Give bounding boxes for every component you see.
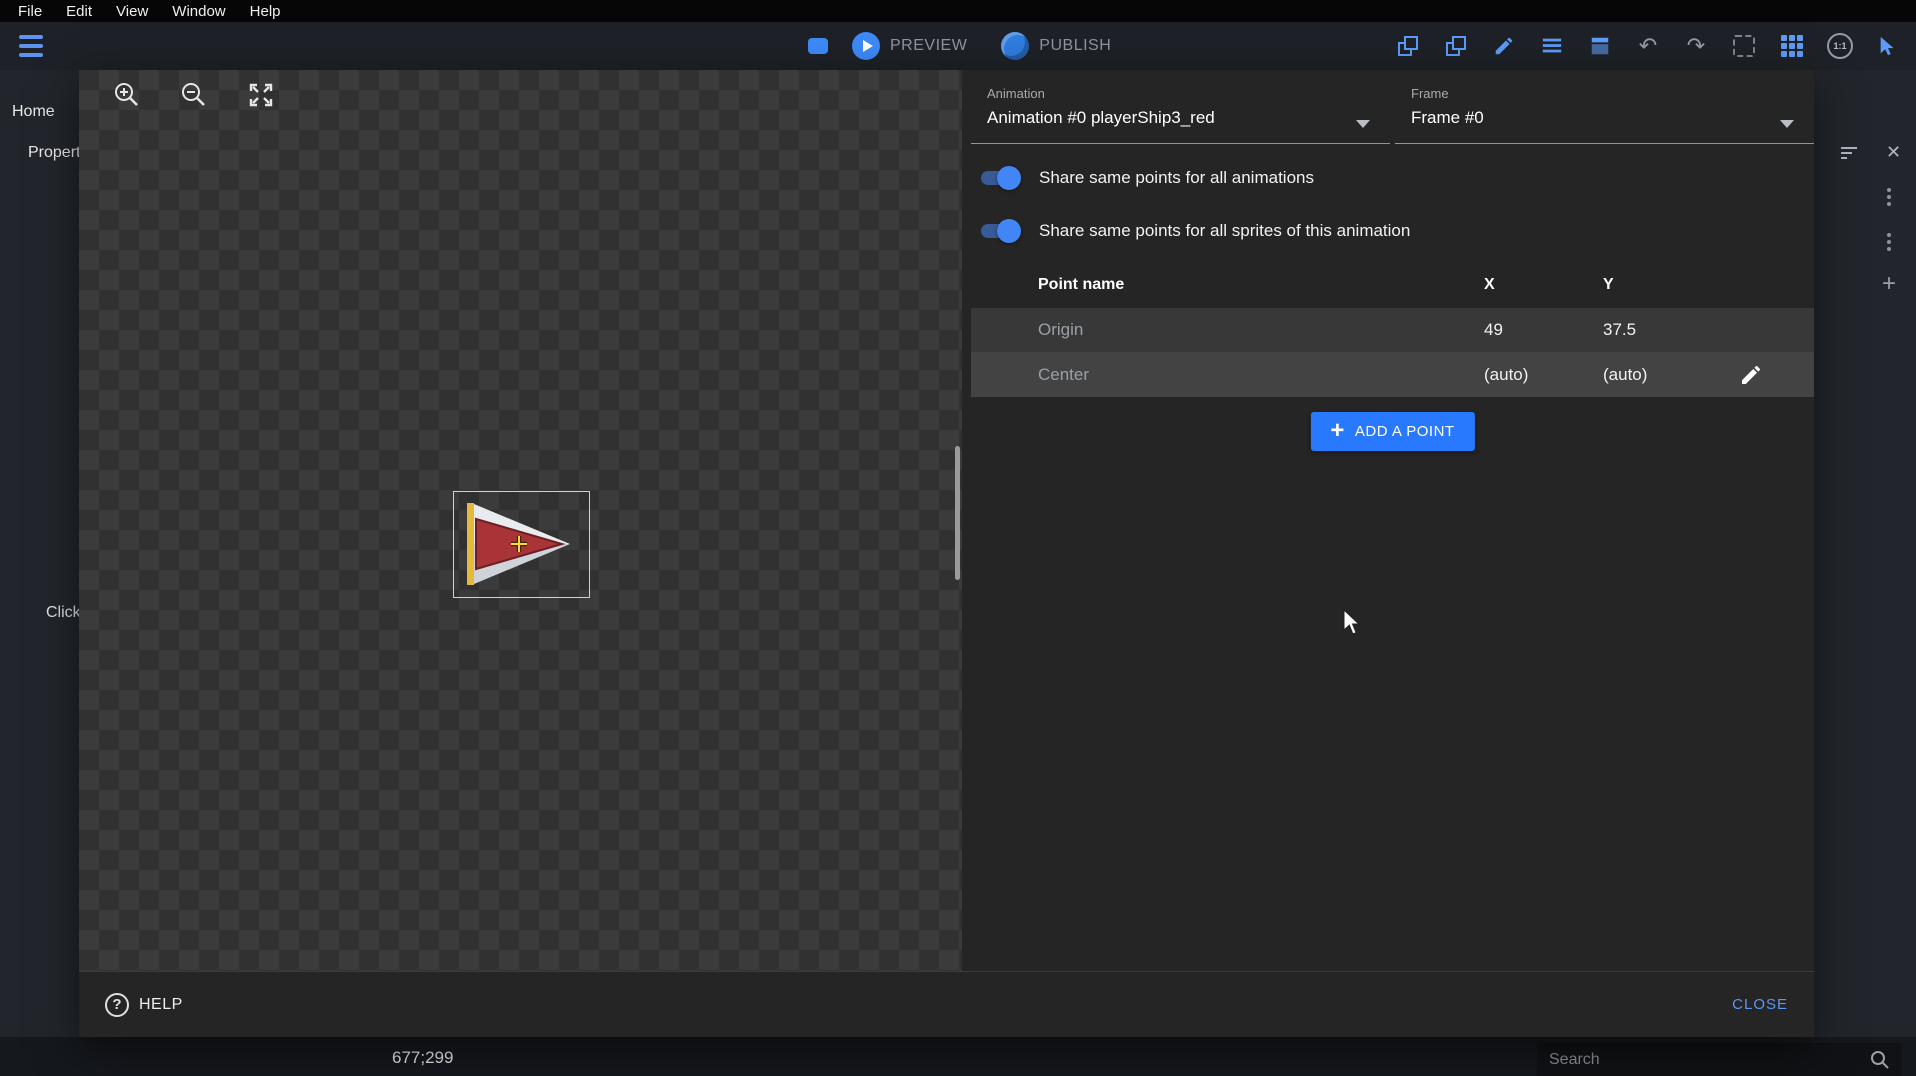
help-button[interactable]: ? HELP: [105, 993, 183, 1017]
tab-home[interactable]: Home: [12, 103, 55, 121]
preview-play-icon[interactable]: [852, 32, 880, 60]
layers-icon[interactable]: [1586, 32, 1614, 60]
sort-filter-icon[interactable]: [1841, 144, 1857, 162]
help-circle-icon: ?: [105, 993, 129, 1017]
fit-view-icon[interactable]: [246, 80, 276, 110]
menu-edit[interactable]: Edit: [54, 3, 104, 20]
table-row-center[interactable]: Center (auto) (auto): [971, 352, 1814, 397]
animation-dropdown-value: Animation #0 playerShip3_red: [987, 108, 1215, 128]
point-x-cell[interactable]: (auto): [1484, 365, 1528, 385]
publish-globe-icon[interactable]: [1001, 32, 1029, 60]
point-name-cell: Origin: [1038, 320, 1083, 340]
redo-icon[interactable]: ↷: [1682, 32, 1710, 60]
instances-list-icon[interactable]: [1538, 32, 1566, 60]
frame-dropdown[interactable]: Frame Frame #0: [1395, 70, 1814, 144]
more-options-icon[interactable]: [1887, 233, 1891, 254]
search-icon[interactable]: [1870, 1050, 1890, 1070]
menu-view[interactable]: View: [104, 3, 160, 20]
objects-panel-icon[interactable]: [1442, 32, 1470, 60]
player-ship-sprite: [454, 492, 589, 597]
add-panel-icon[interactable]: +: [1882, 270, 1896, 298]
menu-file[interactable]: File: [6, 3, 54, 20]
sprite-frame[interactable]: [453, 491, 590, 598]
publish-button[interactable]: PUBLISH: [1039, 37, 1111, 55]
undo-icon[interactable]: ↶: [1634, 32, 1662, 60]
chevron-down-icon[interactable]: [1780, 120, 1794, 128]
chevron-down-icon[interactable]: [1356, 120, 1370, 128]
panel-close-icon[interactable]: ✕: [1886, 142, 1901, 163]
search-placeholder: Search: [1549, 1051, 1870, 1069]
mouse-cursor: [1342, 608, 1361, 641]
editor-toolbar-icons: ↶ ↷ 1:1: [1394, 22, 1902, 70]
sprite-canvas[interactable]: [79, 70, 962, 971]
zoom-1-1-icon[interactable]: 1:1: [1826, 32, 1854, 60]
edit-points-dialog: Animation Animation #0 playerShip3_red F…: [79, 70, 1814, 1037]
header-y: Y: [1603, 276, 1614, 294]
edit-point-pencil-icon[interactable]: [1739, 363, 1763, 387]
animation-dropdown[interactable]: Animation Animation #0 playerShip3_red: [971, 70, 1390, 144]
toggle-label: Share same points for all sprites of thi…: [1039, 221, 1410, 241]
edit-pencil-icon[interactable]: [1490, 32, 1518, 60]
point-y-cell[interactable]: (auto): [1603, 365, 1647, 385]
toggle-label: Share same points for all animations: [1039, 168, 1314, 188]
frame-dropdown-label: Frame: [1411, 86, 1449, 101]
animation-dropdown-label: Animation: [987, 86, 1045, 101]
mouse-coordinates: 677;299: [392, 1048, 453, 1068]
copy-panels-icon[interactable]: [1394, 32, 1422, 60]
share-points-all-sprites-toggle[interactable]: [977, 218, 1021, 244]
add-point-button[interactable]: + ADD A POINT: [1310, 412, 1474, 451]
controller-icon[interactable]: [808, 38, 828, 54]
close-button[interactable]: CLOSE: [1732, 996, 1788, 1013]
header-point-name: Point name: [1038, 276, 1124, 294]
points-table-header: Point name X Y: [971, 268, 1814, 304]
dashed-grid-icon[interactable]: [1730, 32, 1758, 60]
menu-help[interactable]: Help: [238, 3, 293, 20]
more-options-icon[interactable]: [1887, 188, 1891, 209]
properties-hint-text: Click: [46, 604, 81, 622]
table-row-origin[interactable]: Origin 49 37.5: [971, 308, 1814, 352]
add-point-label: ADD A POINT: [1355, 423, 1455, 440]
zoom-out-icon[interactable]: [179, 80, 209, 110]
canvas-scrollbar[interactable]: [955, 446, 960, 580]
points-panel: Animation Animation #0 playerShip3_red F…: [971, 70, 1814, 971]
zoom-in-icon[interactable]: [112, 80, 142, 110]
point-y-cell[interactable]: 37.5: [1603, 320, 1636, 340]
project-manager-menu-icon[interactable]: [15, 30, 47, 62]
point-x-cell[interactable]: 49: [1484, 320, 1503, 340]
point-name-cell: Center: [1038, 365, 1089, 385]
grid-icon[interactable]: [1778, 32, 1806, 60]
header-x: X: [1484, 276, 1495, 294]
menu-window[interactable]: Window: [160, 3, 237, 20]
pointer-icon[interactable]: [1874, 32, 1902, 60]
frame-dropdown-value: Frame #0: [1411, 108, 1484, 128]
preview-button[interactable]: PREVIEW: [890, 37, 967, 55]
search-input[interactable]: Search: [1537, 1043, 1902, 1076]
menubar: File Edit View Window Help: [0, 0, 1916, 22]
dialog-footer: ? HELP CLOSE: [79, 971, 1814, 1037]
help-label: HELP: [139, 996, 183, 1014]
share-points-all-animations-toggle[interactable]: [977, 165, 1021, 191]
